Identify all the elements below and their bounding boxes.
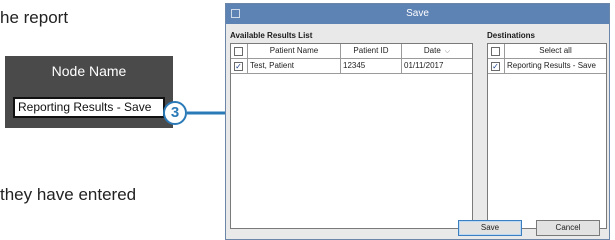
select-all-destinations-checkbox[interactable]	[491, 47, 500, 56]
table-row[interactable]: ✓ Test, Patient 12345 01/11/2017	[231, 59, 472, 74]
column-header-date[interactable]: Date ⌵	[402, 44, 472, 58]
save-button[interactable]: Save	[458, 220, 522, 236]
select-all-header[interactable]: Select all	[505, 44, 606, 58]
list-item[interactable]: ✓ Reporting Results - Save	[488, 59, 606, 74]
grid-header-row: Select all	[488, 44, 606, 59]
sort-down-icon: ⌵	[444, 48, 451, 55]
destination-name: Reporting Results - Save	[507, 61, 596, 70]
column-header-patient-id[interactable]: Patient ID	[341, 44, 402, 58]
callout-number-badge: 3	[163, 101, 187, 125]
cancel-button[interactable]: Cancel	[536, 220, 600, 236]
row-checkbox-checked[interactable]: ✓	[234, 62, 243, 71]
destinations-label: Destinations	[487, 31, 536, 40]
cell-date: 01/11/2017	[404, 61, 444, 70]
cell-patient-name: Test, Patient	[248, 59, 341, 73]
grid-header-row: Patient Name Patient ID Date ⌵	[231, 44, 472, 59]
dialog-title: Save	[406, 8, 429, 19]
available-results-grid: Patient Name Patient ID Date ⌵ ✓ Test, Pa…	[230, 43, 473, 229]
cell-patient-id: 12345	[341, 59, 402, 73]
app-icon	[231, 9, 240, 18]
destination-checkbox-checked[interactable]: ✓	[491, 62, 500, 71]
save-dialog: Save Available Results List Patient Name…	[225, 3, 610, 240]
column-header-patient-name[interactable]: Patient Name	[248, 44, 341, 58]
available-results-label: Available Results List	[230, 31, 313, 40]
dialog-titlebar: Save	[226, 4, 609, 24]
destinations-grid: Select all ✓ Reporting Results - Save	[487, 43, 607, 229]
select-all-results-checkbox[interactable]	[234, 47, 243, 56]
